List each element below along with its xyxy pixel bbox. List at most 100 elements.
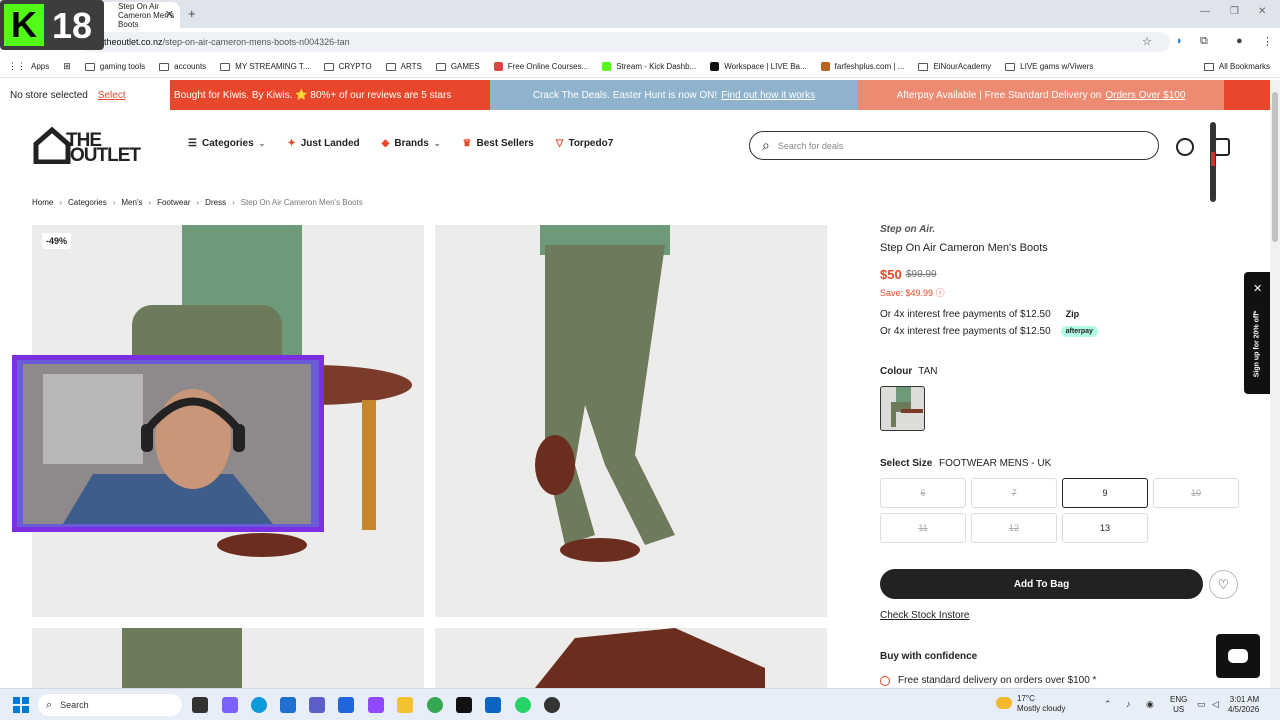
edge-icon[interactable] xyxy=(251,697,267,713)
crumb-dress[interactable]: Dress xyxy=(205,198,226,207)
maximize-icon[interactable]: ❐ xyxy=(1230,6,1239,17)
all-bookmarks[interactable]: All Bookmarks xyxy=(1203,62,1270,71)
nav-categories[interactable]: ☰ Categories ⌄ xyxy=(188,138,265,149)
colour-swatch-tan[interactable] xyxy=(880,386,925,431)
chevron-right-icon: › xyxy=(59,198,63,207)
weather-widget[interactable]: 17°C Mostly cloudy xyxy=(996,694,1065,714)
chevron-right-icon: › xyxy=(148,198,152,207)
bookmark-link[interactable]: farfeshplus.com | ... xyxy=(820,62,904,71)
info-icon[interactable]: ⓘ xyxy=(936,288,945,298)
volume-icon[interactable]: ◁ xyxy=(1212,699,1219,710)
x-icon[interactable] xyxy=(456,697,472,713)
bookmark-link[interactable]: Workspace | LIVE Ba... xyxy=(710,62,807,71)
crumb-home[interactable]: Home xyxy=(32,198,53,207)
crumb-footwear[interactable]: Footwear xyxy=(157,198,190,207)
crumb-mens[interactable]: Men's xyxy=(121,198,142,207)
app-icon[interactable] xyxy=(544,697,560,713)
colour-label: Colour TAN xyxy=(880,366,938,377)
size-option-7[interactable]: 7 xyxy=(971,478,1057,508)
search-placeholder: Search for deals xyxy=(777,140,844,151)
bookmark-folder[interactable]: ARTS xyxy=(385,62,422,71)
extension-icon[interactable]: ◗ xyxy=(1176,35,1183,47)
nav-best-sellers[interactable]: ♛ Best Sellers xyxy=(463,138,534,149)
nav-brands[interactable]: ◆ Brands ⌄ xyxy=(382,138,441,149)
taskbar-search[interactable]: ⌕ Search xyxy=(38,694,182,716)
afterpay-badge[interactable]: afterpay xyxy=(1060,326,1098,337)
scrollbar-thumb[interactable] xyxy=(1272,92,1278,242)
product-image-2[interactable] xyxy=(435,225,827,617)
folder-icon xyxy=(435,62,446,71)
close-icon[interactable]: ✕ xyxy=(1253,282,1262,295)
bookmark-folder[interactable]: accounts xyxy=(159,62,206,71)
crumb-categories[interactable]: Categories xyxy=(68,198,107,207)
twitch-icon[interactable] xyxy=(368,697,384,713)
size-option-12[interactable]: 12 xyxy=(971,513,1057,543)
product-title: Step On Air Cameron Men's Boots xyxy=(880,242,1048,254)
size-option-9[interactable]: 9 xyxy=(1062,478,1148,508)
close-window-icon[interactable]: ✕ xyxy=(1258,6,1266,17)
size-option-11[interactable]: 11 xyxy=(880,513,966,543)
profile-icon[interactable]: ● xyxy=(1236,35,1243,47)
product-image-4[interactable] xyxy=(435,628,827,688)
display-icon[interactable]: ▭ xyxy=(1197,699,1206,710)
wishlist-heart-icon[interactable]: ♡ xyxy=(1209,570,1238,599)
colour-value: TAN xyxy=(918,366,938,377)
teams-icon[interactable] xyxy=(309,697,325,713)
delivery-link[interactable]: Orders Over $100 xyxy=(1105,90,1185,101)
language-indicator[interactable]: ENG US xyxy=(1170,695,1187,715)
webcam-feed xyxy=(23,364,311,524)
promo-afterpay: Afterpay Available | Free Standard Deliv… xyxy=(858,80,1224,110)
clock[interactable]: 3:01 AM 4/5/2026 xyxy=(1228,695,1259,715)
page-scrollbar[interactable] xyxy=(1270,80,1280,688)
windows-start-icon[interactable] xyxy=(13,697,29,713)
menu-icon[interactable]: ⋮ xyxy=(1262,35,1273,48)
chat-button[interactable] xyxy=(1216,634,1260,678)
address-bar: ↻ theoutlet.co.nz/step-on-air-cameron-me… xyxy=(0,28,1280,56)
linkedin-icon[interactable] xyxy=(485,697,501,713)
bookmark-grid[interactable]: ⊞ xyxy=(63,61,71,72)
minimize-icon[interactable]: — xyxy=(1200,6,1210,17)
bookmark-folder[interactable]: CRYPTO xyxy=(323,62,372,71)
puzzle-icon[interactable]: ⧉ xyxy=(1200,35,1208,48)
bookmark-folder[interactable]: MY STREAMING T... xyxy=(220,62,310,71)
chevron-down-icon: ⌄ xyxy=(258,139,266,148)
brand-logo[interactable]: Step on Air. xyxy=(880,224,935,235)
product-image-3[interactable] xyxy=(32,628,424,688)
zip-badge[interactable]: Zip xyxy=(1060,307,1085,321)
size-option-6[interactable]: 6 xyxy=(880,478,966,508)
copilot-icon[interactable] xyxy=(222,697,238,713)
network-icon[interactable]: ◉ xyxy=(1146,699,1154,710)
task-view-icon[interactable] xyxy=(192,697,208,713)
bookmark-folder[interactable]: gaming tools xyxy=(84,62,145,71)
site-logo[interactable]: THE OUTLET xyxy=(32,126,152,166)
app-icon[interactable] xyxy=(338,697,354,713)
check-stock-link[interactable]: Check Stock Instore xyxy=(880,610,969,621)
chevron-up-icon[interactable]: ⌃ xyxy=(1104,699,1112,710)
store-icon[interactable] xyxy=(280,697,296,713)
nav-torpedo7[interactable]: ▽ Torpedo7 xyxy=(556,138,614,149)
signup-tab[interactable]: ✕ Sign up for 20% off* xyxy=(1244,272,1270,394)
bookmark-link[interactable]: Free Online Courses... xyxy=(493,62,588,71)
easter-link[interactable]: Find out how it works xyxy=(721,90,815,101)
star-icon[interactable]: ☆ xyxy=(1142,35,1152,48)
bookmark-folder[interactable]: GAMES xyxy=(435,62,480,71)
file-explorer-icon[interactable] xyxy=(397,697,413,713)
size-option-10[interactable]: 10 xyxy=(1153,478,1239,508)
url-field[interactable]: theoutlet.co.nz/step-on-air-cameron-mens… xyxy=(80,32,1170,52)
bookmark-link[interactable]: Stream - Kick Dashb... xyxy=(602,62,696,71)
size-option-13[interactable]: 13 xyxy=(1062,513,1148,543)
tab-close-icon[interactable]: ✕ xyxy=(165,8,174,21)
store-select-link[interactable]: Select xyxy=(98,90,126,101)
bookmark-apps[interactable]: ⋮⋮ Apps xyxy=(8,61,49,72)
discount-badge: -49% xyxy=(42,233,72,249)
bookmark-folder[interactable]: LIVE gams w/Viwers xyxy=(1005,62,1093,71)
nav-just-landed[interactable]: ✦ Just Landed xyxy=(287,138,359,149)
bookmark-folder[interactable]: ElNourAcademy xyxy=(918,62,991,71)
search-input[interactable]: ⌕ Search for deals xyxy=(749,131,1159,160)
chrome-icon[interactable] xyxy=(427,697,443,713)
whatsapp-icon[interactable] xyxy=(515,697,531,713)
new-tab-icon[interactable]: + xyxy=(188,6,196,21)
add-to-bag-button[interactable]: Add To Bag xyxy=(880,569,1203,599)
microphone-icon[interactable]: ♪ xyxy=(1126,699,1131,709)
account-icon[interactable] xyxy=(1176,138,1194,156)
